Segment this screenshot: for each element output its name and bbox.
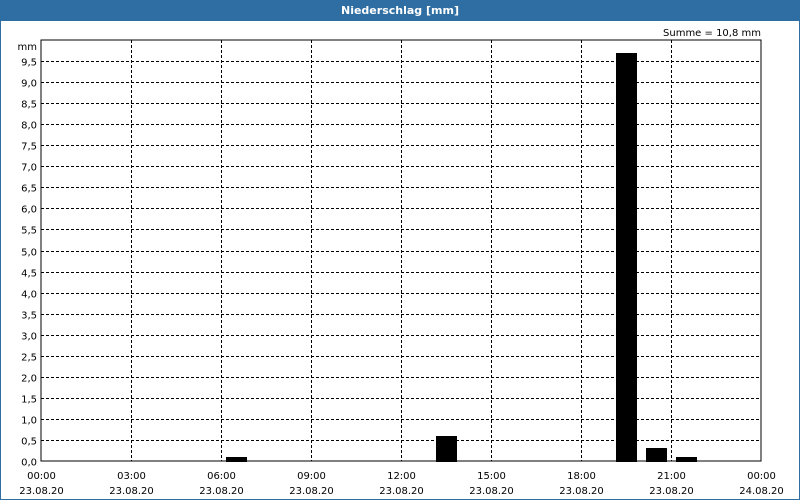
y-tick-label: 9,5	[21, 58, 37, 69]
bar	[616, 53, 637, 462]
x-tick-date: 23.08.20	[109, 486, 154, 497]
y-tick-label: 4,0	[21, 290, 37, 301]
y-tick-label: 2,0	[21, 374, 37, 385]
x-tick-time: 12:00	[387, 471, 416, 482]
bar	[646, 448, 667, 462]
y-tick-label: 8,5	[21, 100, 37, 111]
y-tick-label: 9,0	[21, 79, 37, 90]
y-tick-label: 3,5	[21, 311, 37, 322]
y-tick-label: 8,0	[21, 121, 37, 132]
y-tick-label: 6,0	[21, 205, 37, 216]
bar	[226, 457, 247, 462]
y-tick-label: 7,5	[21, 142, 37, 153]
x-tick-time: 00:00	[27, 471, 56, 482]
y-tick-label: 0,0	[21, 458, 37, 469]
y-tick-label: 0,5	[21, 437, 37, 448]
x-tick-time: 03:00	[117, 471, 146, 482]
bar	[436, 436, 457, 462]
x-tick-date: 24.08.20	[739, 486, 784, 497]
bar	[676, 457, 697, 462]
x-tick-time: 06:00	[207, 471, 236, 482]
y-tick-label: 2,5	[21, 353, 37, 364]
x-tick-date: 23.08.20	[649, 486, 694, 497]
x-tick-date: 23.08.20	[469, 486, 514, 497]
x-tick-date: 23.08.20	[379, 486, 424, 497]
y-tick-label: 5,0	[21, 248, 37, 259]
y-tick-label: 1,5	[21, 395, 37, 406]
x-tick-time: 21:00	[657, 471, 686, 482]
y-tick-label: 7,0	[21, 163, 37, 174]
x-tick-date: 23.08.20	[199, 486, 244, 497]
x-tick-time: 15:00	[477, 471, 506, 482]
x-tick-date: 23.08.20	[289, 486, 334, 497]
sum-label: Summe = 10,8 mm	[663, 28, 761, 39]
y-tick-label: 6,5	[21, 184, 37, 195]
x-tick-time: 18:00	[567, 471, 596, 482]
y-tick-label: 1,0	[21, 416, 37, 427]
x-tick-time: 09:00	[297, 471, 326, 482]
y-tick-label: 3,0	[21, 332, 37, 343]
chart-canvas: 0,0 0,5 1,0 1,5 2,0 2,5 3,0 3,5 4,0 4,5 5,0 5,5 6,0 6…	[18, 28, 784, 497]
y-axis-unit: mm	[18, 42, 37, 53]
y-tick-label: 5,5	[21, 226, 37, 237]
x-tick-time: 00:00	[747, 471, 776, 482]
x-tick-date: 23.08.20	[559, 486, 604, 497]
y-tick-label: 4,5	[21, 269, 37, 280]
x-tick-date: 23.08.20	[19, 486, 64, 497]
